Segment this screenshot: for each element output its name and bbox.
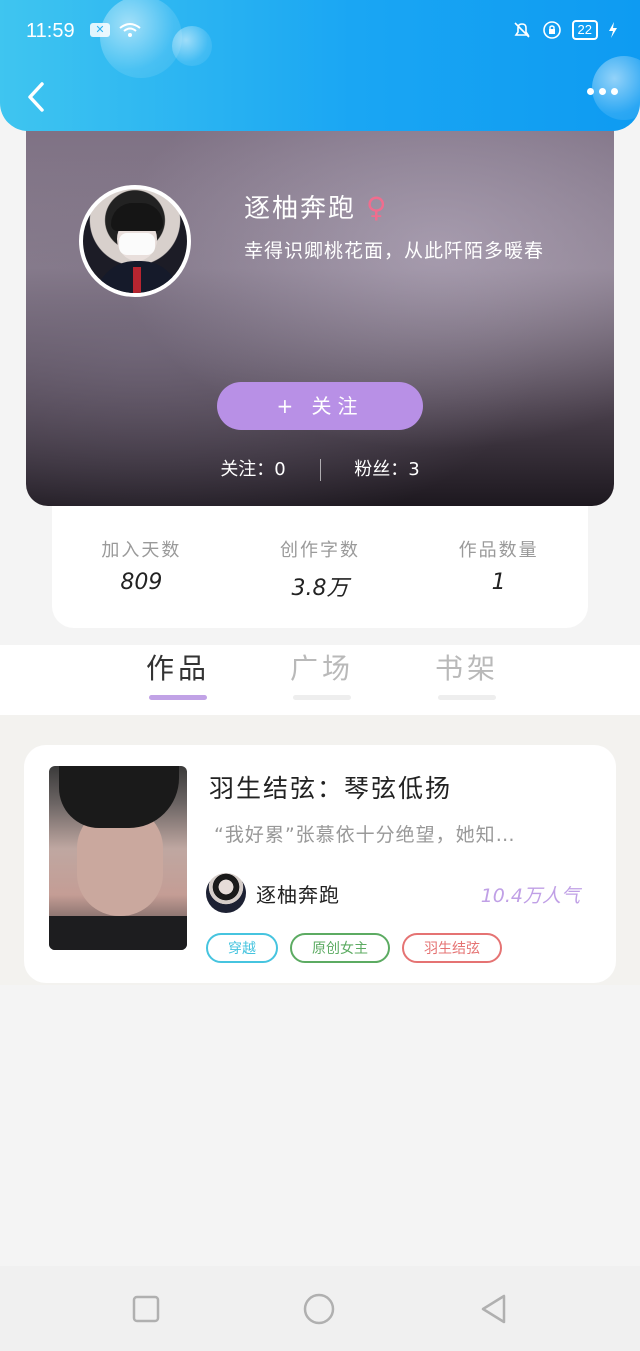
book-cover[interactable] [49,766,187,950]
author-avatar[interactable] [206,873,246,913]
dot-icon [587,88,594,95]
profile-card: 逐柚奔跑 ♀ 幸得识卿桃花面，从此阡陌多暖春 + 关注 关注：0 粉丝：3 [26,110,614,506]
back-arrow-icon[interactable] [22,80,52,114]
following-count[interactable]: 关注：0 [220,459,285,480]
recent-apps-icon[interactable] [129,1292,163,1326]
stat-value: 1 [491,570,506,595]
dot-icon [611,88,618,95]
tab-label: 作品 [145,652,210,685]
dot-icon [599,88,606,95]
home-icon[interactable] [302,1292,336,1326]
tab-bookshelf[interactable]: 书架 [407,647,527,700]
stat-value: 809 [120,570,163,595]
stat-works-count: 作品数量 1 [419,536,579,628]
fans-count[interactable]: 粉丝：3 [354,459,419,480]
username-text: 逐柚奔跑 [244,194,357,224]
app-header: 11:59 ✕ 22 [0,0,640,131]
female-icon: ♀ [366,191,389,224]
stats-card: 加入天数 809 创作字数 3.8万 作品数量 1 [52,500,588,628]
stat-value: 3.8万 [291,576,349,601]
follow-stats: 关注：0 粉丝：3 [26,455,614,481]
avatar[interactable] [79,185,191,297]
tab-works[interactable]: 作品 [118,647,238,700]
decorative-bubble [100,0,182,78]
tab-indicator [149,695,207,700]
work-card[interactable]: 羽生结弦：琴弦低扬 “我好累”张慕依十分绝望，她知… 逐柚奔跑 10.4万人气 … [24,745,616,983]
status-icons-left: ✕ [90,22,142,38]
tab-label: 书架 [434,652,499,685]
work-title[interactable]: 羽生结弦：琴弦低扬 [209,769,452,805]
tab-indicator [293,695,351,700]
system-nav-bar [0,1266,640,1351]
notification-icon: ✕ [90,23,110,37]
work-description: “我好累”张慕依十分绝望，她知… [214,824,516,846]
tab-bar: 作品 广场 书架 [0,645,640,715]
back-triangle-icon[interactable] [477,1292,511,1326]
mute-bell-icon [513,22,530,38]
user-bio: 幸得识卿桃花面，从此阡陌多暖春 [244,240,545,262]
divider [319,459,321,481]
tag[interactable]: 穿越 [206,933,278,963]
follow-button[interactable]: + 关注 [217,382,423,430]
battery-indicator: 22 [571,20,598,40]
username: 逐柚奔跑 ♀ [244,188,389,225]
more-options-button[interactable] [587,88,618,95]
stat-join-days: 加入天数 809 [61,536,221,628]
tag-list: 穿越 原创女主 羽生结弦 [206,933,502,963]
stat-label: 加入天数 [101,540,182,561]
wifi-icon [119,23,141,37]
popularity-count: 10.4万人气 [480,885,580,907]
tab-indicator [438,695,496,700]
tag[interactable]: 原创女主 [290,933,390,963]
status-icons-right: 22 [512,20,618,40]
tab-square[interactable]: 广场 [262,647,382,700]
stat-label: 作品数量 [458,540,539,561]
author-name[interactable]: 逐柚奔跑 [256,879,340,908]
tab-label: 广场 [289,652,354,685]
decorative-bubble [172,26,212,66]
stat-label: 创作字数 [279,540,360,561]
lock-rotation-icon [542,21,561,39]
charging-icon [609,22,617,38]
status-time: 11:59 [26,20,75,42]
tag[interactable]: 羽生结弦 [402,933,502,963]
stat-word-count: 创作字数 3.8万 [240,536,400,628]
